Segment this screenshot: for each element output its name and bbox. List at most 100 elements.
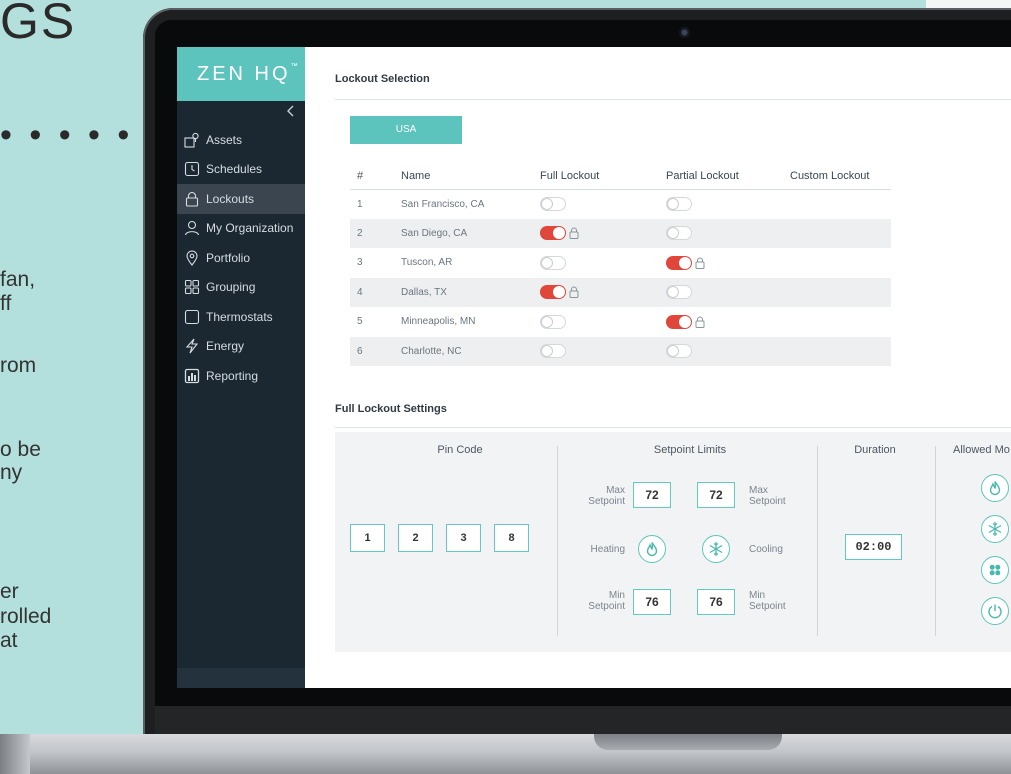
grid-icon	[184, 279, 200, 295]
sidebar-item-thermostats[interactable]: Thermostats	[177, 302, 305, 332]
table-row: 5 Minneapolis, MN	[350, 307, 891, 337]
lock-icon	[695, 316, 705, 328]
sidebar: ZEN HQ™ Assets Schedules Lockouts My Org…	[177, 47, 305, 688]
lockout-toggle[interactable]	[666, 344, 692, 359]
column-divider	[557, 446, 558, 636]
sidebar-item-schedules[interactable]: Schedules	[177, 155, 305, 185]
lightning-icon	[184, 338, 200, 354]
sidebar-item-energy[interactable]: Energy	[177, 332, 305, 362]
lockout-toggle[interactable]	[540, 197, 566, 211]
sidebar-item-label: Grouping	[206, 280, 256, 295]
col-full-lockout[interactable]: Full Lockout	[540, 163, 666, 190]
lockout-selection-title: Lockout Selection	[335, 73, 430, 85]
custom-lockout-cell	[790, 336, 891, 366]
pin-digit-2[interactable]: 2	[398, 524, 433, 552]
assets-icon	[184, 132, 200, 148]
marketing-text-6: er	[0, 580, 19, 603]
allowed-modes-label: Allowed Mo	[953, 444, 1010, 456]
full-lockout-cell	[540, 218, 666, 248]
marketing-text-4: o be	[0, 438, 41, 461]
location-name: San Diego, CA	[394, 218, 540, 248]
lockout-toggle[interactable]	[666, 255, 705, 270]
lockout-toggle[interactable]	[666, 226, 692, 241]
main-content: Lockout Selection USA # Name Full Lockou…	[305, 47, 1011, 688]
sidebar-item-grouping[interactable]: Grouping	[177, 273, 305, 303]
min-setpoint-label-right: Min Setpoint	[749, 590, 786, 612]
cooling-min-setpoint[interactable]: 76	[697, 589, 735, 615]
full-lockout-cell	[540, 277, 666, 307]
allowed-heat-mode[interactable]	[981, 474, 1009, 502]
duration-input[interactable]: 02:00	[845, 534, 902, 560]
partial-lockout-cell	[666, 277, 790, 307]
row-number: 2	[350, 218, 394, 248]
row-number: 5	[357, 316, 363, 328]
full-lockout-cell	[540, 336, 666, 366]
heating-mode-toggle[interactable]	[638, 535, 666, 563]
brand-logo[interactable]: ZEN HQ™	[177, 47, 305, 101]
sidebar-item-my-organization[interactable]: My Organization	[177, 214, 305, 244]
table-row: 1 San Francisco, CA	[350, 189, 891, 219]
max-setpoint-label-right: Max Setpoint	[749, 485, 786, 507]
laptop-notch	[594, 734, 782, 750]
custom-lockout-cell	[790, 218, 891, 248]
custom-lockout-cell	[790, 277, 891, 307]
pin-digit-3[interactable]: 3	[446, 524, 481, 552]
custom-lockout-cell	[790, 307, 891, 337]
table-row: 4 Dallas, TX	[350, 277, 891, 307]
col-custom-lockout[interactable]: Custom Lockout	[790, 163, 891, 190]
lockout-toggle[interactable]	[540, 314, 566, 329]
table-row: 2 San Diego, CA	[350, 218, 891, 248]
cooling-label: Cooling	[749, 544, 783, 555]
lockout-table: # Name Full Lockout Partial Lockout Cust…	[350, 163, 891, 366]
lockout-toggle[interactable]	[540, 344, 566, 359]
lock-icon	[569, 227, 579, 240]
collapse-sidebar-button[interactable]	[177, 101, 305, 125]
lockout-toggle[interactable]	[666, 285, 692, 300]
heating-max-setpoint[interactable]: 72	[633, 482, 671, 508]
sidebar-item-label: Assets	[206, 132, 243, 147]
pin-digit-1[interactable]: 1	[350, 524, 385, 552]
corner-panel	[926, 0, 1011, 8]
allowed-fan-mode[interactable]	[981, 556, 1009, 584]
lockout-toggle[interactable]	[666, 314, 705, 329]
sidebar-item-reporting[interactable]: Reporting	[177, 361, 305, 391]
cooling-mode-toggle[interactable]	[702, 535, 730, 563]
power-icon	[988, 604, 1002, 619]
pin-digit-4[interactable]: 8	[494, 524, 529, 552]
sidebar-item-portfolio[interactable]: Portfolio	[177, 243, 305, 273]
col-name[interactable]: Name	[394, 163, 540, 190]
allowed-off-mode[interactable]	[981, 597, 1009, 625]
sidebar-item-label: Portfolio	[206, 250, 251, 265]
partial-lockout-cell	[666, 218, 790, 248]
lockout-toggle[interactable]	[540, 285, 579, 300]
sidebar-item-lockouts[interactable]: Lockouts	[177, 184, 305, 214]
col-partial-lockout[interactable]: Partial Lockout	[666, 163, 790, 190]
country-usa-button[interactable]: USA	[350, 116, 462, 144]
thermostat-icon	[184, 309, 200, 325]
setpoint-limits-label: Setpoint Limits	[653, 444, 727, 456]
sidebar-item-label: Energy	[206, 339, 245, 354]
laptop-base-edge	[0, 734, 30, 774]
flame-icon	[646, 542, 658, 557]
location-name: Tuscon, AR	[401, 257, 453, 269]
heating-min-setpoint[interactable]: 76	[633, 589, 671, 615]
camera-icon	[679, 27, 690, 38]
marketing-text-5: ny	[0, 461, 23, 484]
full-lockout-cell	[540, 189, 666, 219]
lockout-toggle[interactable]	[540, 255, 566, 270]
pin-code-label: Pin Code	[437, 444, 483, 456]
min-setpoint-label: Min Setpoint	[588, 590, 625, 612]
clock-icon	[184, 161, 200, 177]
allowed-cool-mode[interactable]	[981, 515, 1009, 543]
cooling-max-setpoint[interactable]: 72	[697, 482, 735, 508]
marketing-text-7: rolled	[0, 605, 52, 628]
full-lockout-cell	[540, 307, 666, 337]
snowflake-icon	[988, 522, 1002, 536]
lockout-toggle[interactable]	[540, 226, 579, 241]
col-number: #	[350, 163, 394, 190]
fan-icon	[989, 564, 1001, 576]
bar-chart-icon	[184, 368, 200, 384]
lockout-toggle[interactable]	[666, 197, 692, 211]
sidebar-item-assets[interactable]: Assets	[177, 125, 305, 155]
table-header: # Name Full Lockout Partial Lockout Cust…	[350, 163, 891, 190]
